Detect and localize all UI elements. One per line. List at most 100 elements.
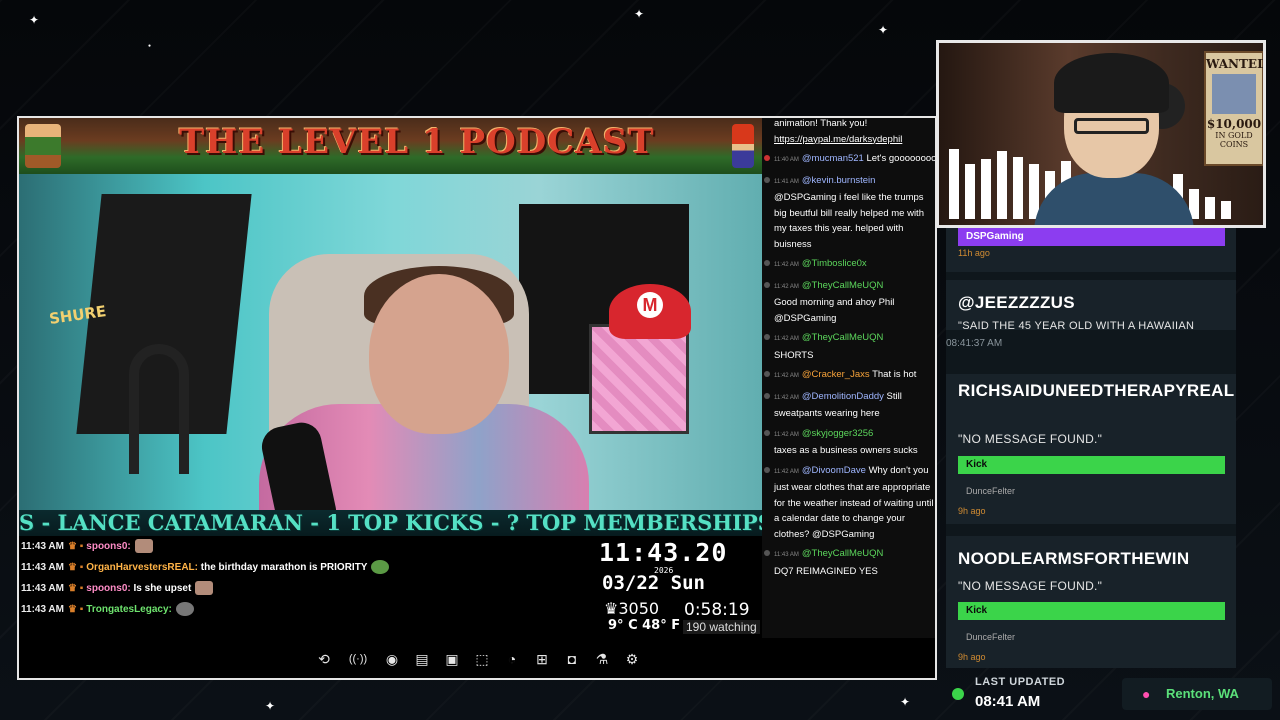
chat-text: SHORTS [774, 349, 814, 361]
badge-icon [764, 371, 770, 377]
chat-text: taxes as a business owners sucks [774, 445, 918, 456]
loop-icon[interactable]: ⟲ [313, 648, 335, 670]
chat-time: 11:41 AM [774, 178, 799, 185]
alert-card: @JEEZZZZUS "SAID THE 45 YEAR OLD WITH A … [946, 280, 1236, 332]
overlay-chat-line: 11:43 AM ♛ ▪ OrganHarvestersREAL: the birt… [21, 557, 591, 578]
camera-icon[interactable]: ◘ [561, 648, 583, 670]
clapper-icon[interactable]: ▤ [411, 648, 433, 670]
badge-icons: ♛ ▪ [67, 583, 84, 594]
chat-user[interactable]: @TheyCallMeUQN [802, 280, 883, 291]
chat-user[interactable]: @kevin.burnstein [802, 175, 876, 186]
chat-user[interactable]: @skyjogger3256 [802, 428, 873, 439]
overlay-chat-line: 11:43 AM ♛ ▪ TrongatesLegacy: [21, 599, 591, 620]
crop-icon[interactable]: ⬚ [471, 648, 493, 670]
location-badge: ● Renton, WA [1122, 678, 1272, 710]
viewer-count: 190 watching [683, 620, 760, 634]
alert-card: RICHSAIDUNEEDTHERAPYREAL "NO MESSAGE FOU… [946, 374, 1236, 524]
overlay-chat-line: 11:43 AM ♛ ▪ spoons0: Is she upset [21, 578, 591, 599]
chat-time: 11:43 AM [21, 604, 64, 615]
sub-count: ♛3050 [604, 599, 659, 618]
chat-text: Good morning and ahoy Phil @DSPGaming [774, 297, 895, 324]
chat-user[interactable]: @mucman521 [802, 153, 864, 164]
chat-time: 11:43 AM [21, 583, 64, 594]
chat-user[interactable]: @Cracker_Jaxs [802, 369, 870, 380]
kick-label: Kick [958, 456, 1225, 474]
chat-time: 11:42 AM [774, 394, 799, 401]
pip-icon[interactable]: ▣ [441, 648, 463, 670]
chat-time: 11:42 AM [774, 262, 799, 268]
chat-user: TrongatesLegacy: [86, 604, 172, 615]
alert-timestamp: 08:41:37 AM [946, 338, 1003, 349]
chat-text: the birthday marathon is PRIORITY [200, 562, 368, 573]
sub-count-value: 3050 [618, 599, 660, 618]
mario-hat-logo: M [637, 292, 663, 318]
chat-message: animation! Thank you! https://paypal.me/… [774, 118, 935, 147]
pixel-sprite-right [732, 124, 754, 168]
clock-date: 03/22 Sun [602, 572, 705, 594]
chat-user[interactable]: @TheyCallMeUQN [802, 332, 883, 343]
alert-message: "NO MESSAGE FOUND." [958, 579, 1103, 593]
chat-time: 11:42 AM [774, 283, 799, 290]
stream-uptime: 0:58:19 [684, 600, 750, 620]
emote-icon [195, 581, 214, 596]
sparkle-decoration: ✦ [878, 23, 889, 37]
badge-icons: ♛ ▪ [67, 541, 84, 552]
gear-icon[interactable]: ⚙ [621, 648, 643, 670]
badge-icon [764, 550, 770, 556]
donation-link[interactable]: https://paypal.me/darksydephil [774, 134, 902, 145]
pink-frame [589, 324, 689, 434]
status-dot-icon [952, 688, 964, 700]
broadcast-icon[interactable]: ((·)) [343, 648, 373, 670]
avatar-glasses [1074, 118, 1149, 134]
alert-user: DunceFelter [966, 486, 1016, 496]
location-text: Renton, WA [1166, 686, 1239, 701]
podcast-banner: THE LEVEL 1 PODCAST [19, 118, 762, 174]
chat-message: 11:42 AM @skyjogger3256 taxes as a busines… [764, 426, 935, 459]
alert-time-ago: 9h ago [958, 652, 986, 662]
badge-icon [764, 260, 770, 266]
video-player[interactable]: THE LEVEL 1 PODCAST SHURE M S - LANCE CA… [17, 116, 937, 680]
chat-user[interactable]: @DemolitionDaddy [802, 391, 884, 402]
chat-user[interactable]: @DivoomDave [802, 465, 866, 476]
view-icon[interactable]: ◉ [381, 648, 403, 670]
add-frame-icon[interactable]: ⊞ [531, 648, 553, 670]
chat-message: 11:40 AM @mucman521 Let's goooooooo [764, 151, 935, 169]
wanted-sub: IN GOLD COINS [1215, 131, 1253, 149]
wanted-amount: $10,000 [1206, 117, 1262, 131]
chat-user: OrganHarvestersREAL: [86, 562, 198, 573]
badge-icon [764, 466, 770, 473]
chat-message: 11:42 AM @DivoomDave Why don't you just w… [764, 463, 935, 543]
visualizer-bar [949, 149, 959, 219]
visualizer-bar [1013, 157, 1023, 219]
player-control-bar: ⟲ ((·)) ◉ ▤ ▣ ⬚ ◔ ⊞ ◘ ⚗ ⚙ [19, 638, 935, 678]
visualizer-bar [1221, 201, 1231, 219]
last-updated-label: LAST UPDATED [975, 676, 1066, 688]
chat-user[interactable]: @TheyCallMeUQN [802, 548, 883, 559]
badge-icon [764, 429, 770, 436]
stream-chat-panel[interactable]: animation! Thank you! https://paypal.me/… [762, 118, 935, 638]
alert-message: "SAID THE 45 YEAR OLD WITH A HAWAIIAN [958, 320, 1195, 332]
speed-icon[interactable]: ◔ [501, 648, 523, 670]
badge-icon [764, 392, 770, 399]
last-updated: LAST UPDATED 08:41 AM [950, 672, 1090, 716]
badge-icons: ♛ ▪ [67, 562, 84, 573]
flask-icon[interactable]: ⚗ [591, 648, 613, 670]
chat-time: 11:42 AM [774, 431, 799, 438]
alert-title: NOODLEARMSFORTHEWIN [958, 549, 1190, 568]
chat-text: That is hot [872, 369, 917, 380]
chat-message: 11:42 AM @Cracker_Jaxs That is hot [764, 367, 935, 385]
kick-label: Kick [958, 602, 1225, 620]
chat-user[interactable]: @Timboslice0x [802, 258, 867, 269]
alert-user: DunceFelter [966, 632, 1016, 642]
pixel-sprite-left [25, 124, 61, 168]
headphones [129, 344, 189, 474]
wanted-photo [1212, 74, 1256, 114]
chat-message: 11:43 AM @TheyCallMeUQN DQ7 REIMAGINED YES [764, 546, 935, 579]
last-updated-time: 08:41 AM [975, 693, 1041, 710]
sparkle-decoration: ✦ [265, 699, 276, 713]
sparkle-decoration: ✦ [634, 7, 645, 21]
wanted-title: WANTED [1206, 57, 1266, 71]
clock-time: 11:43.20 [599, 538, 728, 567]
chat-message: 11:42 AM @DemolitionDaddy Still sweatpant… [764, 389, 935, 422]
alert-card: NOODLEARMSFORTHEWIN "NO MESSAGE FOUND." … [946, 536, 1236, 668]
